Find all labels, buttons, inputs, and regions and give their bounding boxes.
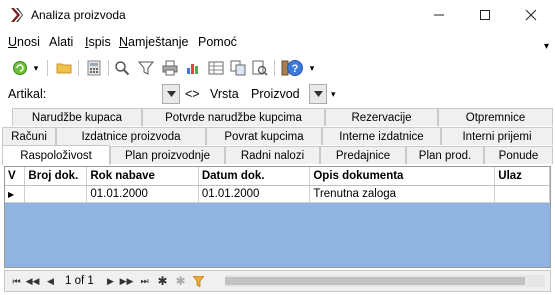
search-icon[interactable] (112, 58, 132, 78)
column-header-ulaz[interactable]: Ulaz (494, 167, 550, 186)
menu-expand-icon[interactable]: ▾ (544, 41, 549, 52)
cell-datum-dok[interactable]: 01.01.2000 (198, 185, 311, 203)
filter-overflow-icon[interactable]: ▾ (331, 89, 336, 100)
chart-icon[interactable] (183, 58, 203, 78)
tab-radni-nalozi[interactable]: Radni nalozi (225, 146, 320, 164)
preview-icon[interactable] (250, 58, 270, 78)
vrsta-value[interactable]: Proizvod (251, 87, 300, 101)
toolbar: ▾ ? ▾ (0, 55, 555, 81)
record-navigator: ⏮ ◀◀ ◀ 1 of 1 ▶ ▶▶ ⏭ ✱ ✱ (4, 270, 551, 292)
horizontal-scrollbar[interactable] (225, 275, 545, 287)
filter-icon[interactable] (191, 274, 206, 288)
column-header-v[interactable]: V (5, 167, 26, 186)
record-counter: 1 of 1 (65, 275, 94, 287)
tab-interni-prijemi[interactable]: Interni prijemi (441, 127, 553, 145)
artikal-dropdown-button[interactable] (162, 84, 180, 104)
last-page-icon[interactable]: ⏭ (137, 274, 152, 288)
next-page-icon[interactable]: ▶▶ (119, 274, 134, 288)
menu-ispis[interactable]: Ispis (85, 35, 111, 49)
toolbar-separator (274, 60, 275, 76)
menu-pomoc[interactable]: Pomoć (198, 35, 237, 49)
filter-icon[interactable] (136, 58, 156, 78)
print-icon[interactable] (160, 58, 180, 78)
tab-otpremnice[interactable]: Otpremnice (438, 108, 553, 126)
tab-rezervacije[interactable]: Rezervacije (325, 108, 438, 126)
calculator-icon[interactable] (84, 58, 104, 78)
tab-plan-proizvodnje[interactable]: Plan proizvodnje (110, 146, 225, 164)
cell-rok-nabave[interactable]: 01.01.2000 (86, 185, 199, 203)
column-header-datum-dok[interactable]: Datum dok. (198, 167, 311, 186)
window-title: Analiza proizvoda (31, 8, 126, 22)
help-dropdown-icon[interactable]: ▾ (306, 58, 318, 78)
next-record-icon[interactable]: ▶ (103, 274, 118, 288)
folder-icon[interactable] (54, 58, 74, 78)
close-button[interactable] (508, 0, 554, 30)
scrollbar-thumb[interactable] (225, 277, 525, 285)
prev-page-icon[interactable]: ◀◀ (25, 274, 40, 288)
tab-raspolozivost[interactable]: Raspoloživost (2, 145, 110, 165)
table-icon[interactable] (206, 58, 226, 78)
column-header-opis-dokumenta[interactable]: Opis dokumenta (309, 167, 496, 186)
tab-interne-izdatnice[interactable]: Interne izdatnice (322, 127, 441, 145)
column-header-broj-dok[interactable]: Broj dok. (24, 167, 88, 186)
app-icon (8, 7, 24, 23)
delete-record-icon[interactable]: ✱ (173, 274, 188, 288)
help-button[interactable]: ? (286, 58, 306, 78)
tab-plan-prod[interactable]: Plan prod. (406, 146, 484, 164)
tab-racuni[interactable]: Računi (2, 127, 56, 145)
tab-predajnice[interactable]: Predajnice (320, 146, 406, 164)
tab-ponude[interactable]: Ponude (484, 146, 553, 164)
tab-potvrde-narudzbe[interactable]: Potvrde narudžbe kupcima (142, 108, 325, 126)
toolbar-separator (108, 60, 109, 76)
refresh-dropdown-icon[interactable]: ▾ (30, 58, 42, 78)
menu-unosi[interactable]: Unosi (8, 35, 40, 49)
tab-povrat-kupcima[interactable]: Povrat kupcima (206, 127, 322, 145)
cell-ulaz[interactable] (494, 185, 550, 203)
add-record-icon[interactable]: ✱ (155, 274, 170, 288)
title-bar: Analiza proizvoda (0, 0, 555, 30)
tab-strip: Narudžbe kupaca Potvrde narudžbe kupcima… (0, 108, 555, 166)
menu-bar: Unosi Alati Ispis Namještanje Pomoć ▾ (0, 33, 555, 53)
filter-bar: Artikal: <> Vrsta Proizvod ▾ (0, 83, 555, 107)
copy-icon[interactable] (228, 58, 248, 78)
artikal-label: Artikal: (8, 87, 47, 101)
menu-alati[interactable]: Alati (49, 35, 73, 49)
cell-broj-dok[interactable] (24, 185, 88, 203)
minimize-button[interactable] (416, 0, 462, 30)
svg-text:?: ? (292, 63, 299, 75)
cell-opis-dokumenta[interactable]: Trenutna zaloga (309, 185, 496, 203)
compare-operator: <> (185, 87, 200, 101)
vrsta-label: Vrsta (210, 87, 239, 101)
tab-narudzbe-kupaca[interactable]: Narudžbe kupaca (12, 108, 142, 126)
grid-header-row: V Broj dok. Rok nabave Datum dok. Opis d… (5, 167, 550, 186)
column-header-rok-nabave[interactable]: Rok nabave (86, 167, 199, 186)
menu-namjestanje[interactable]: Namještanje (119, 35, 188, 49)
vrsta-dropdown-button[interactable] (309, 84, 327, 104)
first-page-icon[interactable]: ⏮ (9, 274, 24, 288)
refresh-icon[interactable] (10, 58, 30, 78)
toolbar-separator (47, 60, 48, 76)
maximize-button[interactable] (462, 0, 508, 30)
prev-record-icon[interactable]: ◀ (43, 274, 58, 288)
row-indicator[interactable]: ▶ (5, 185, 26, 203)
toolbar-separator (78, 60, 79, 76)
table-row[interactable]: ▶ 01.01.2000 01.01.2000 Trenutna zaloga (5, 185, 550, 203)
tab-izdatnice-proizvoda[interactable]: Izdatnice proizvoda (56, 127, 206, 145)
data-grid[interactable]: V Broj dok. Rok nabave Datum dok. Opis d… (4, 166, 551, 268)
grid-table: V Broj dok. Rok nabave Datum dok. Opis d… (5, 167, 550, 203)
